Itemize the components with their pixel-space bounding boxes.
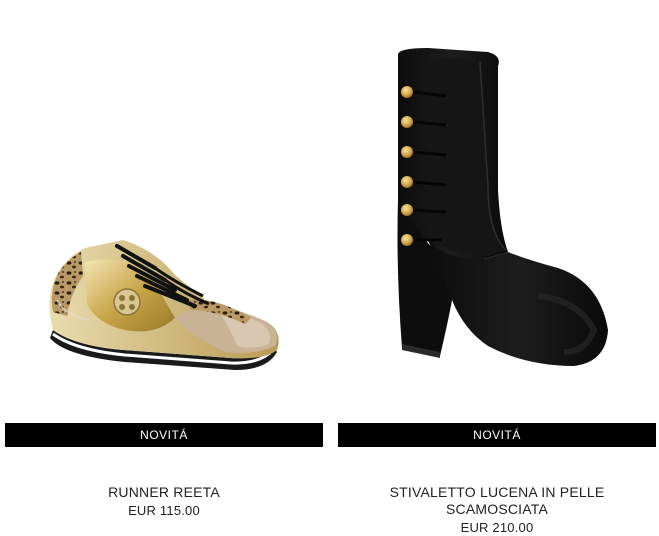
product-card: NOVITÁ STIVALETTO LUCENA IN PELLE SCAMOS… bbox=[338, 0, 656, 535]
sneaker-image bbox=[49, 240, 279, 370]
product-image-link[interactable] bbox=[338, 0, 656, 420]
new-badge: NOVITÁ bbox=[5, 423, 323, 447]
product-card: NOVITÁ RUNNER REETA EUR 115.00 bbox=[5, 0, 323, 534]
product-price: EUR 115.00 bbox=[128, 503, 200, 518]
product-image-link[interactable] bbox=[5, 0, 323, 420]
product-name[interactable]: RUNNER REETA bbox=[5, 484, 323, 501]
boot-image bbox=[397, 48, 608, 366]
new-badge: NOVITÁ bbox=[338, 423, 656, 447]
product-name[interactable]: STIVALETTO LUCENA IN PELLE SCAMOSCIATA bbox=[382, 484, 612, 518]
